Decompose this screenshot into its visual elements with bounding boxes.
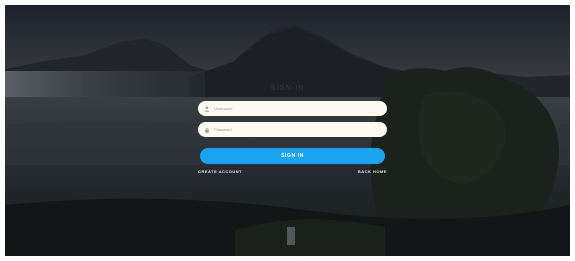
password-field[interactable] — [198, 122, 387, 137]
password-input[interactable] — [214, 125, 374, 134]
username-input[interactable] — [214, 104, 374, 113]
username-field[interactable] — [198, 101, 387, 116]
sign-in-title: SIGN-IN — [270, 85, 305, 92]
back-home-link[interactable]: BACK HOME — [358, 169, 387, 174]
user-icon — [204, 106, 210, 112]
lock-icon — [204, 127, 210, 133]
sign-in-button[interactable]: SIGN IN — [200, 148, 385, 164]
create-account-link[interactable]: CREATE ACCOUNT — [198, 169, 242, 174]
